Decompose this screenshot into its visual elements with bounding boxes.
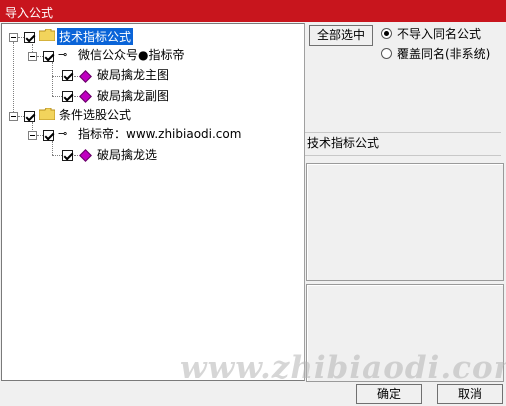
radio-skip-duplicate-label[interactable]: 不导入同名公式 <box>397 25 481 42</box>
ok-button[interactable]: 确定 <box>356 384 422 404</box>
title-bar: 导入公式 <box>0 0 506 22</box>
formula-icon <box>79 90 92 103</box>
key-icon: ⊸ <box>58 127 68 140</box>
formula-tree[interactable]: 技术指标公式 ⊸ 微信公众号●指标帝 破局擒龙主图 破局擒龙副图 条件选股公式 … <box>1 23 305 381</box>
checkbox-group2[interactable] <box>43 130 54 141</box>
checkbox-root2[interactable] <box>24 111 35 122</box>
checkbox-item2[interactable] <box>62 91 73 102</box>
tree-label-item2[interactable]: 破局擒龙副图 <box>97 87 169 104</box>
folder-icon <box>39 29 55 41</box>
checkbox-group1[interactable] <box>43 51 54 62</box>
expand-toggle-group2[interactable] <box>28 131 37 140</box>
tree-label-root1[interactable]: 技术指标公式 <box>57 28 134 45</box>
watermark: www.zhibiaodi.com <box>180 350 506 386</box>
select-all-button[interactable]: 全部选中 <box>309 25 373 46</box>
tree-label-group1[interactable]: 微信公众号●指标帝 <box>78 46 184 63</box>
formula-icon <box>79 149 92 162</box>
radio-overwrite-duplicate[interactable] <box>381 48 392 59</box>
radio-skip-duplicate[interactable] <box>381 28 392 39</box>
radio-overwrite-duplicate-label[interactable]: 覆盖同名(非系统) <box>397 45 490 62</box>
folder-icon <box>39 108 55 120</box>
expand-toggle-group1[interactable] <box>28 52 37 61</box>
tree-label-root2[interactable]: 条件选股公式 <box>59 106 131 123</box>
expand-toggle-root1[interactable] <box>9 33 18 42</box>
cancel-button[interactable]: 取消 <box>437 384 503 404</box>
checkbox-item1[interactable] <box>62 70 73 81</box>
description-panel <box>306 163 504 281</box>
formula-type-label: 技术指标公式 <box>305 132 501 156</box>
tree-label-item3[interactable]: 破局擒龙选 <box>97 146 157 163</box>
tree-label-item1[interactable]: 破局擒龙主图 <box>97 66 169 83</box>
formula-icon <box>79 70 92 83</box>
tree-label-group2[interactable]: 指标帝：www.zhibiaodi.com <box>78 125 241 142</box>
window-title: 导入公式 <box>5 6 54 20</box>
key-icon: ⊸ <box>58 48 68 61</box>
expand-toggle-root2[interactable] <box>9 112 18 121</box>
checkbox-root1[interactable] <box>24 32 35 43</box>
checkbox-item3[interactable] <box>62 150 73 161</box>
